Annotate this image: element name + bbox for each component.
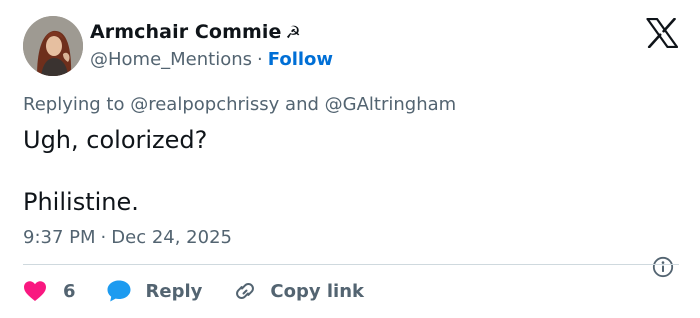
heart-icon [24,281,46,301]
reply-conjunction: and [285,94,319,115]
follow-button[interactable]: Follow [268,49,333,70]
tweet-time: 9:37 PM [23,227,96,248]
avatar[interactable] [23,16,83,76]
speech-bubble-icon [107,280,131,302]
reply-prefix: Replying to [23,94,125,115]
reply-label: Reply [145,280,203,302]
reply-context: Replying to @realpopchrissy and @GAltrin… [23,94,456,115]
like-button[interactable]: 6 [23,280,76,302]
link-icon [236,282,255,300]
tweet-date: Dec 24, 2025 [111,227,232,248]
separator-dot: · [257,49,263,70]
tweet-body: Ugh, colorized? Philistine. [23,124,207,218]
author-handle-line: @Home_Mentions · Follow [90,49,333,70]
hammer-sickle-icon: ☭ [285,23,301,43]
avatar-image [23,16,83,76]
tweet-line-1: Ugh, colorized? [23,126,208,154]
timestamp[interactable]: 9:37 PM · Dec 24, 2025 [23,227,232,248]
info-icon[interactable] [652,256,674,278]
tweet-line-2: Philistine. [23,188,139,216]
divider [23,264,679,265]
separator-dot: · [100,227,107,248]
copy-link-label: Copy link [270,280,364,302]
action-bar: 6 Reply Copy link [23,276,364,306]
copy-link-button[interactable]: Copy link [232,279,364,303]
author-handle[interactable]: @Home_Mentions [90,49,252,70]
mention-realpopchrissy[interactable]: @realpopchrissy [130,94,279,115]
display-name[interactable]: Armchair Commie [90,21,281,43]
like-count: 6 [63,280,76,302]
author-name[interactable]: Armchair Commie ☭ [90,21,301,43]
reply-button[interactable]: Reply [106,279,203,303]
mention-galtringham[interactable]: @GAltringham [325,94,457,115]
x-logo-icon[interactable] [646,18,678,48]
